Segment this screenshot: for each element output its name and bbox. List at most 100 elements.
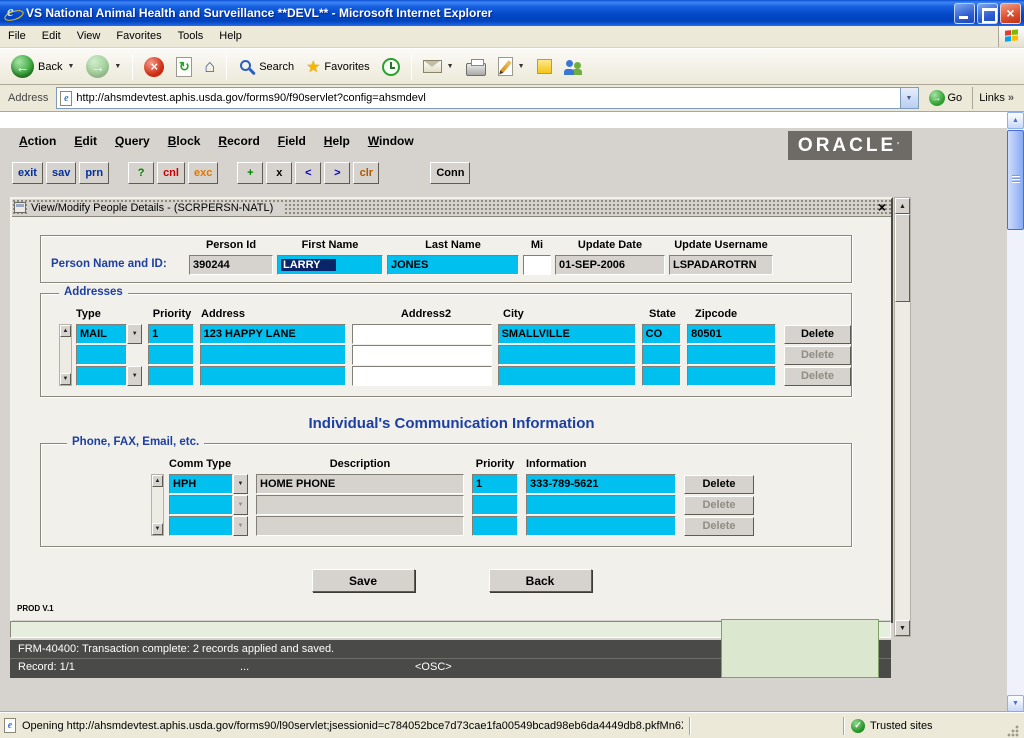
conn-button[interactable]: Conn bbox=[430, 162, 470, 184]
priority-field[interactable] bbox=[148, 366, 193, 386]
clear-toolbar-button[interactable]: clr bbox=[353, 162, 379, 184]
stop-button[interactable]: × bbox=[139, 51, 169, 82]
city-field[interactable] bbox=[498, 345, 636, 365]
information-field[interactable] bbox=[526, 516, 676, 536]
page-scroll-up-icon[interactable]: ▲ bbox=[1007, 112, 1024, 129]
type-field[interactable] bbox=[76, 366, 127, 386]
forms-menu-field[interactable]: Field bbox=[269, 131, 315, 151]
close-button[interactable]: × bbox=[1000, 3, 1021, 24]
type-dropdown-icon[interactable]: ▼ bbox=[127, 366, 142, 386]
comm-priority-field[interactable] bbox=[472, 516, 518, 536]
type-field[interactable]: MAIL bbox=[76, 324, 127, 344]
back-form-button[interactable]: Back bbox=[489, 569, 592, 592]
forms-menu-help[interactable]: Help bbox=[315, 131, 359, 151]
applet-scroll-thumb[interactable] bbox=[895, 214, 910, 302]
comm-priority-field[interactable] bbox=[472, 495, 518, 515]
print-toolbar-button[interactable]: prn bbox=[79, 162, 109, 184]
favorites-button[interactable]: ★ Favorites bbox=[301, 51, 375, 82]
history-button[interactable] bbox=[377, 51, 405, 82]
zipcode-field[interactable] bbox=[687, 366, 776, 386]
zipcode-field[interactable] bbox=[687, 345, 776, 365]
forms-menu-action[interactable]: Action bbox=[10, 131, 65, 151]
search-button[interactable]: Search bbox=[233, 51, 299, 82]
save-button[interactable]: Save bbox=[312, 569, 415, 592]
page-scrollbar[interactable]: ▲ ▼ bbox=[1007, 112, 1024, 712]
comm-priority-field[interactable]: 1 bbox=[472, 474, 518, 494]
cancel-toolbar-button[interactable]: cnl bbox=[157, 162, 185, 184]
menu-file[interactable]: File bbox=[0, 26, 34, 47]
state-field[interactable] bbox=[642, 345, 682, 365]
applet-scroll-up-icon[interactable]: ▲ bbox=[895, 198, 910, 214]
forms-menu-record[interactable]: Record bbox=[209, 131, 268, 151]
print-button[interactable] bbox=[461, 51, 491, 82]
menu-tools[interactable]: Tools bbox=[170, 26, 212, 47]
update-date-field[interactable]: 01-SEP-2006 bbox=[555, 255, 665, 275]
update-username-field[interactable]: LSPADAROTRN bbox=[669, 255, 773, 275]
remove-record-button[interactable]: x bbox=[266, 162, 292, 184]
mdi-close-icon[interactable]: × bbox=[878, 199, 886, 216]
priority-field[interactable]: 1 bbox=[148, 324, 193, 344]
delete-address-button[interactable]: Delete bbox=[784, 325, 851, 344]
address-input[interactable] bbox=[72, 92, 899, 104]
help-toolbar-button[interactable]: ? bbox=[128, 162, 154, 184]
forms-menu-query[interactable]: Query bbox=[106, 131, 159, 151]
resize-grip[interactable] bbox=[1007, 725, 1020, 738]
forms-menu-block[interactable]: Block bbox=[159, 131, 210, 151]
address-field[interactable]: 123 HAPPY LANE bbox=[200, 324, 346, 344]
state-field[interactable]: CO bbox=[642, 324, 682, 344]
address2-field[interactable] bbox=[352, 366, 492, 386]
city-field[interactable]: SMALLVILLE bbox=[498, 324, 636, 344]
maximize-button[interactable] bbox=[977, 3, 998, 24]
city-field[interactable] bbox=[498, 366, 636, 386]
comm-type-dropdown-icon[interactable]: ▼ bbox=[233, 474, 248, 494]
menu-edit[interactable]: Edit bbox=[34, 26, 69, 47]
previous-record-button[interactable]: < bbox=[295, 162, 321, 184]
menu-help[interactable]: Help bbox=[211, 26, 250, 47]
links-bar[interactable]: Links » bbox=[972, 87, 1020, 109]
applet-scrollbar[interactable]: ▲ ▼ bbox=[894, 197, 911, 637]
information-field[interactable] bbox=[526, 495, 676, 515]
links-chevron-icon[interactable]: » bbox=[1008, 92, 1014, 104]
comm-type-field[interactable] bbox=[169, 495, 233, 515]
person-id-field[interactable]: 390244 bbox=[189, 255, 273, 275]
address-field[interactable] bbox=[200, 366, 346, 386]
insert-record-button[interactable]: + bbox=[237, 162, 263, 184]
forms-menu-edit[interactable]: Edit bbox=[65, 131, 106, 151]
minimize-button[interactable] bbox=[954, 3, 975, 24]
applet-scroll-down-icon[interactable]: ▼ bbox=[895, 620, 910, 636]
page-scroll-thumb[interactable] bbox=[1007, 130, 1024, 230]
comm-type-field[interactable]: HPH bbox=[169, 474, 233, 494]
execute-toolbar-button[interactable]: exc bbox=[188, 162, 218, 184]
forms-menu-window[interactable]: Window bbox=[359, 131, 423, 151]
forward-button[interactable]: → ▼ bbox=[81, 51, 126, 82]
exit-button[interactable]: exit bbox=[12, 162, 43, 184]
first-name-field[interactable]: LARRY bbox=[277, 255, 383, 275]
refresh-button[interactable]: ↻ bbox=[171, 51, 197, 82]
information-field[interactable]: 333-789-5621 bbox=[526, 474, 676, 494]
mail-button[interactable]: ▼ bbox=[418, 51, 459, 82]
type-dropdown-icon[interactable]: ▼ bbox=[127, 324, 142, 344]
mail-dropdown-icon[interactable]: ▼ bbox=[447, 63, 454, 70]
description-field[interactable]: HOME PHONE bbox=[256, 474, 464, 494]
menu-favorites[interactable]: Favorites bbox=[108, 26, 169, 47]
back-dropdown-icon[interactable]: ▼ bbox=[67, 63, 74, 70]
last-name-field[interactable]: JONES bbox=[387, 255, 519, 275]
type-field[interactable] bbox=[76, 345, 127, 365]
back-button[interactable]: ← Back ▼ bbox=[6, 51, 79, 82]
edit-dropdown-icon[interactable]: ▼ bbox=[518, 63, 525, 70]
discuss-button[interactable] bbox=[559, 51, 587, 82]
forward-dropdown-icon[interactable]: ▼ bbox=[114, 63, 121, 70]
page-scroll-down-icon[interactable]: ▼ bbox=[1007, 695, 1024, 712]
delete-communication-button[interactable]: Delete bbox=[684, 475, 754, 494]
home-button[interactable]: ⌂ bbox=[199, 51, 220, 82]
go-button[interactable]: → Go bbox=[923, 86, 969, 110]
description-field[interactable] bbox=[256, 516, 464, 536]
description-field[interactable] bbox=[256, 495, 464, 515]
edit-button[interactable]: ▼ bbox=[493, 51, 530, 82]
address-field[interactable] bbox=[200, 345, 346, 365]
messenger-button[interactable] bbox=[532, 51, 557, 82]
address-dropdown-icon[interactable]: ▼ bbox=[900, 88, 918, 108]
menu-view[interactable]: View bbox=[69, 26, 109, 47]
save-toolbar-button[interactable]: sav bbox=[46, 162, 76, 184]
address2-field[interactable] bbox=[352, 345, 492, 365]
